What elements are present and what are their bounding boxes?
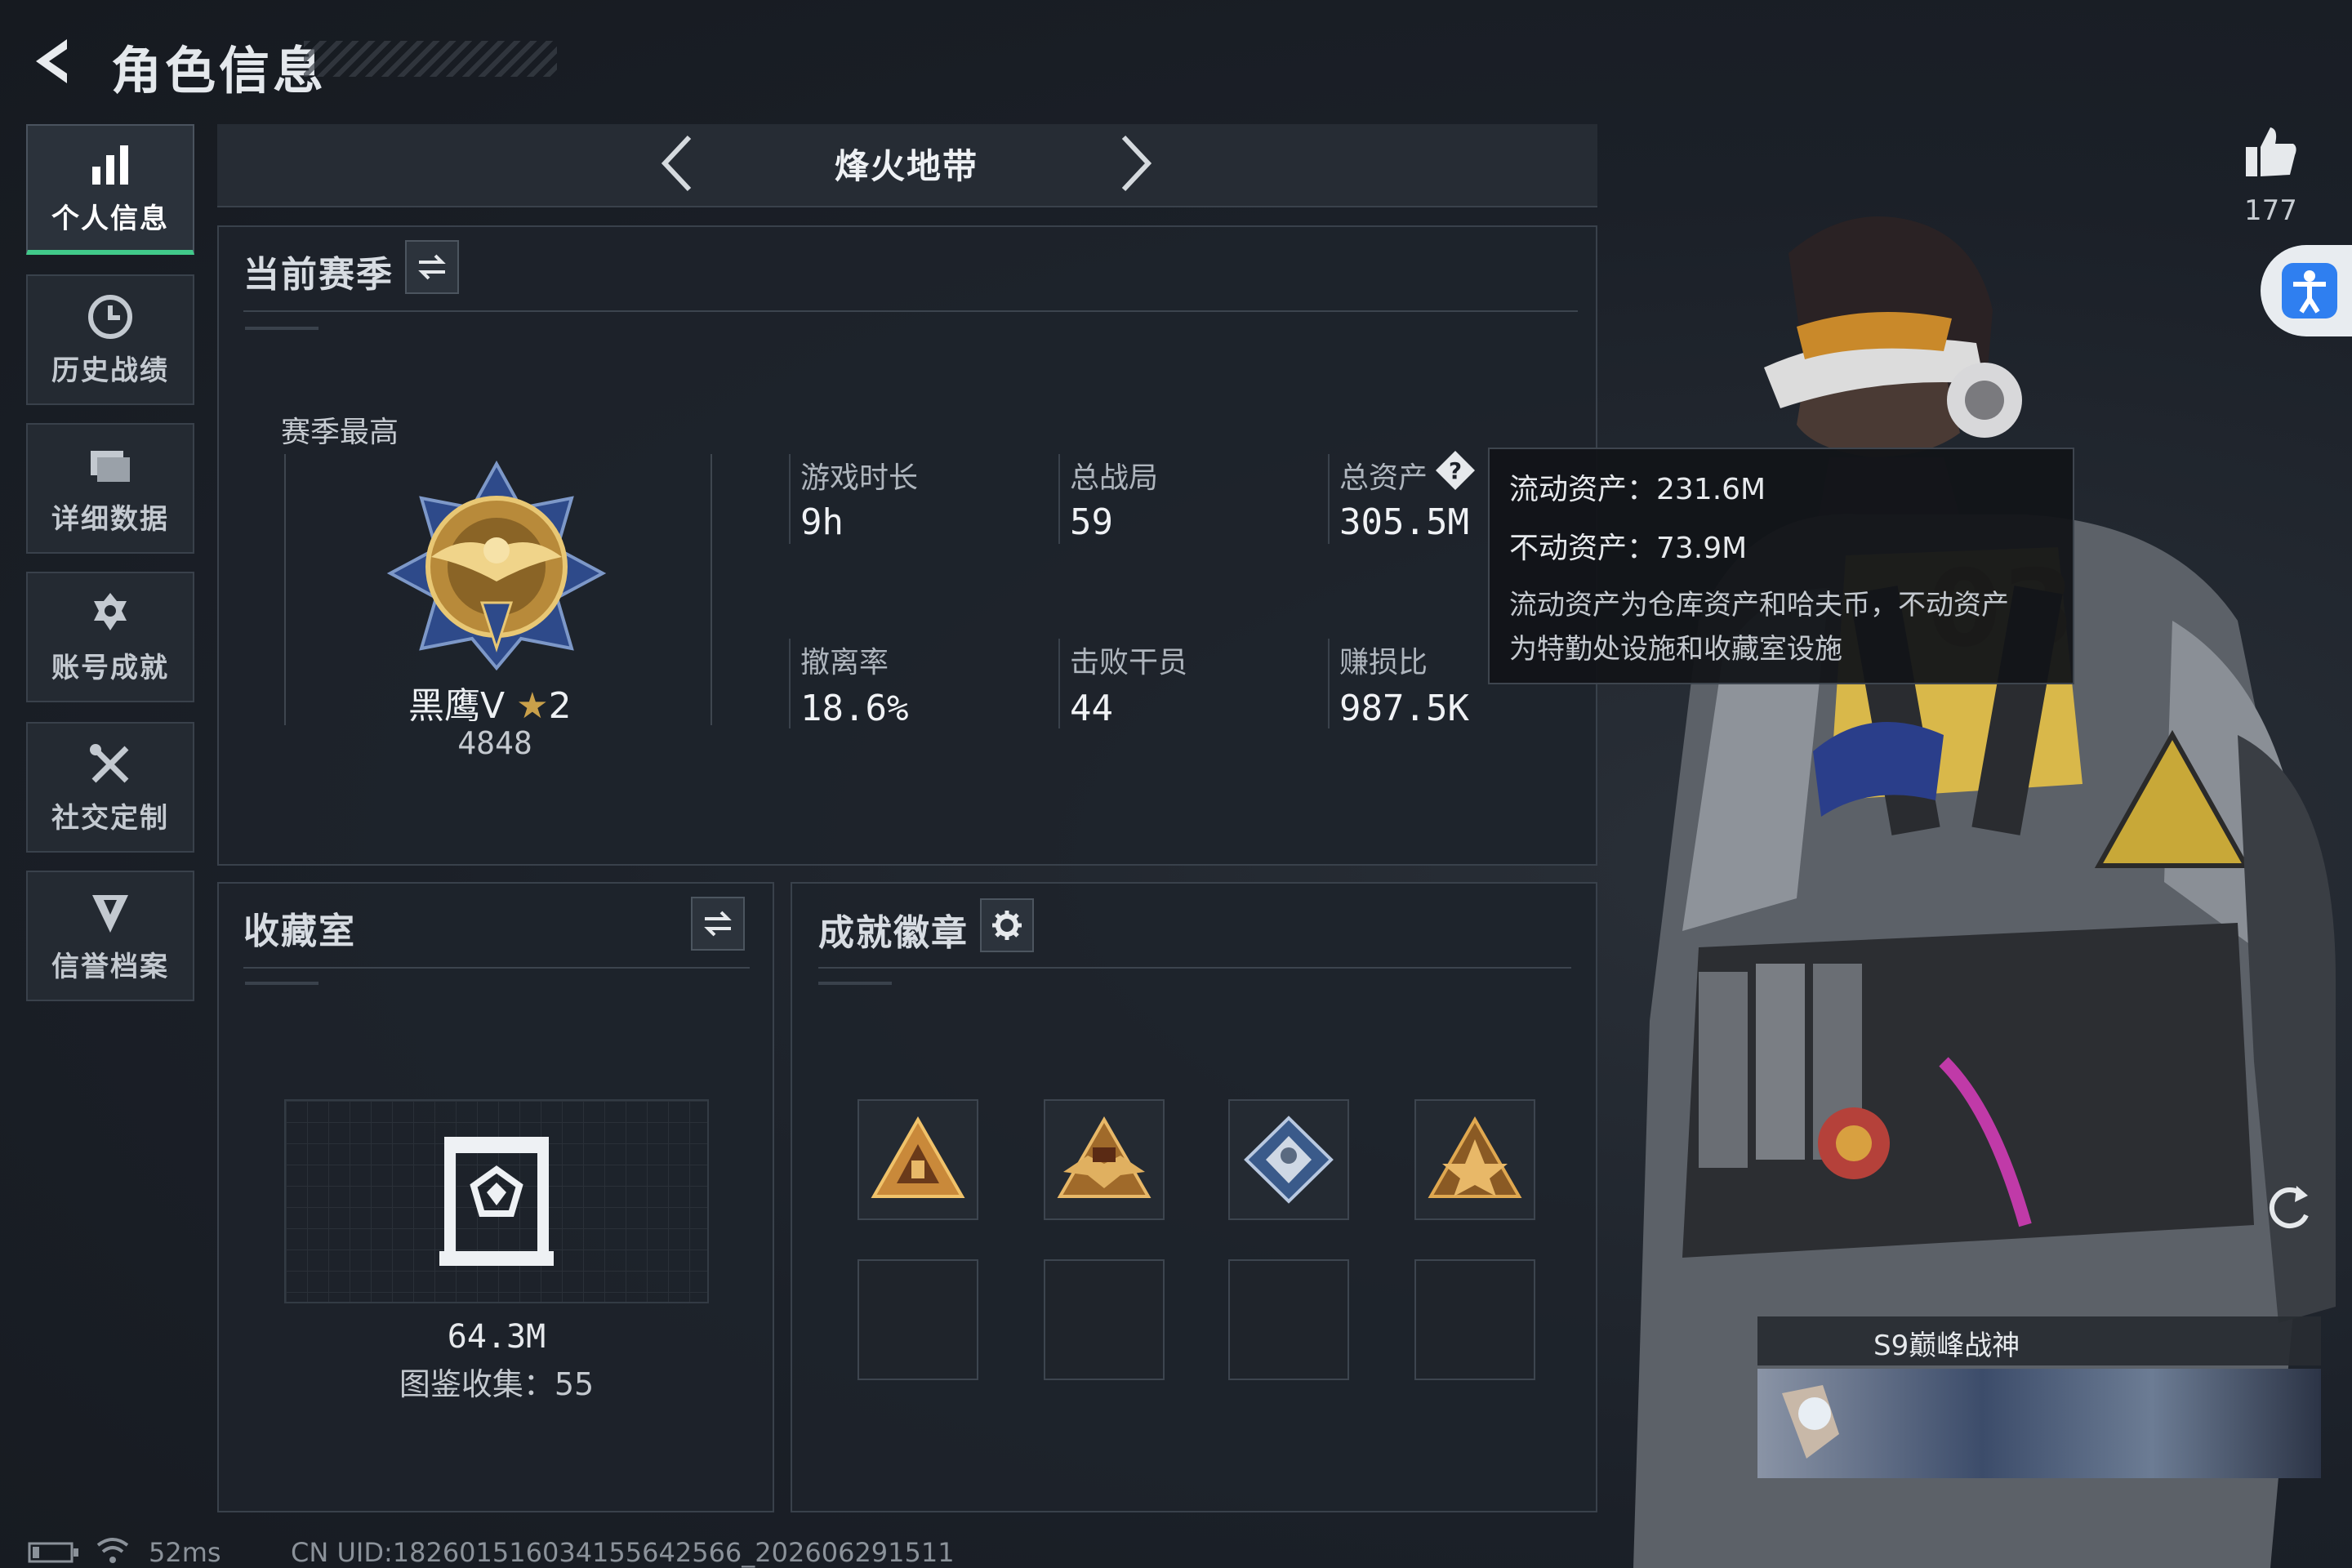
decor-line	[818, 982, 892, 985]
bar-chart-icon	[92, 145, 128, 185]
tools-icon	[90, 743, 129, 782]
stat-divider	[789, 639, 791, 728]
accessibility-button[interactable]	[2261, 245, 2352, 336]
stat-value-assets: 305.5M	[1339, 501, 1469, 543]
badge-slot-4[interactable]	[1414, 1099, 1535, 1220]
stat-label-matches: 总战局	[1070, 461, 1159, 495]
chevron-left-icon[interactable]	[653, 131, 702, 196]
diamond-badge-icon	[1244, 1116, 1334, 1204]
badge-hand-icon	[1782, 1385, 1839, 1459]
season-switch-button[interactable]	[405, 240, 459, 294]
stat-value-matches: 59	[1070, 501, 1113, 543]
stat-value-profit-ratio: 987.5K	[1339, 688, 1469, 729]
badge-slot-1[interactable]	[858, 1099, 978, 1220]
divider	[818, 967, 1571, 969]
uid-text: CN UID:1826015160341556425​66_2026062915…	[291, 1537, 955, 1568]
tooltip-liquid: 流动资产：231.6M	[1509, 473, 1766, 506]
divider	[243, 967, 750, 969]
stat-divider	[1328, 639, 1330, 728]
sidebar-item-label: 账号成就	[51, 651, 169, 684]
badge-slot-7[interactable]	[1228, 1259, 1349, 1380]
stat-label-playtime: 游戏时长	[800, 461, 919, 495]
tooltip-desc-2: 为特勤处设施和收藏室设施	[1509, 633, 1842, 666]
tooltip-fixed: 不动资产：73.9M	[1509, 532, 1748, 565]
divider	[243, 310, 1578, 312]
swap-icon	[418, 254, 446, 280]
rank-score: 4848	[457, 725, 532, 761]
like-count: 177	[2244, 194, 2297, 227]
badge-slot-8[interactable]	[1414, 1259, 1535, 1380]
s9-badge-icon	[1057, 1116, 1152, 1198]
display-case-icon	[439, 1137, 554, 1266]
rank-name: 黑鹰V	[408, 685, 506, 727]
badge-slot-5[interactable]	[858, 1259, 978, 1380]
ping-text: 52ms	[149, 1537, 221, 1568]
decor-line	[245, 982, 318, 985]
swap-icon	[704, 911, 732, 937]
badge-slot-2[interactable]	[1044, 1099, 1165, 1220]
svg-text:?: ?	[1449, 457, 1462, 484]
badges-settings-button[interactable]	[980, 898, 1034, 952]
title-tag-label: S9巅峰战神	[1873, 1330, 2020, 1362]
collection-value: 64.3M	[447, 1318, 546, 1356]
badge-slot-3[interactable]	[1228, 1099, 1349, 1220]
help-icon[interactable]: ?	[1434, 449, 1477, 492]
rank-medal-icon	[386, 460, 607, 671]
collection-title: 收藏室	[243, 911, 356, 952]
stat-label-kills: 击败干员	[1070, 646, 1188, 679]
shield-icon	[92, 894, 128, 933]
rank-star-icon: ★	[516, 685, 549, 727]
stat-label-assets: 总资产	[1339, 461, 1428, 495]
stat-divider	[1328, 454, 1330, 544]
sidebar-item-label: 详细数据	[51, 502, 169, 536]
achievement-icon	[94, 592, 127, 630]
battery-icon	[28, 1542, 78, 1563]
triangle-badge-icon	[871, 1116, 965, 1198]
sidebar-item-history[interactable]: 历史战绩	[26, 274, 194, 405]
wifi-icon	[96, 1538, 129, 1563]
stat-label-extract-rate: 撤离率	[800, 646, 889, 679]
gear-icon	[992, 911, 1022, 940]
badges-title: 成就徽章	[818, 912, 969, 954]
stat-value-playtime: 9h	[800, 501, 844, 543]
badge-slot-6[interactable]	[1044, 1259, 1165, 1380]
asset-tooltip: 流动资产：231.6M 不动资产：73.9M 流动资产为仓库资产和哈夫币，不动资…	[1488, 448, 2074, 684]
rotate-icon[interactable]	[2262, 1179, 2316, 1236]
sidebar-item-label: 历史战绩	[51, 354, 169, 387]
sidebar-item-label: 信誉档案	[51, 950, 169, 983]
stat-value-kills: 44	[1070, 688, 1113, 729]
stat-divider	[1058, 639, 1060, 728]
tooltip-desc-1: 流动资产为仓库资产和哈夫币，不动资产	[1509, 589, 2009, 621]
mode-title: 烽火地带	[834, 146, 978, 186]
collection-switch-button[interactable]	[691, 897, 745, 951]
chevron-right-icon[interactable]	[1111, 131, 1160, 196]
back-arrow-icon[interactable]	[24, 33, 82, 90]
folder-icon	[91, 450, 130, 482]
stat-value-extract-rate: 18.6%	[800, 688, 909, 729]
sidebar-item-reputation[interactable]: 信誉档案	[26, 871, 194, 1001]
sidebar-item-achievements[interactable]: 账号成就	[26, 572, 194, 702]
sidebar-item-details[interactable]: 详细数据	[26, 423, 194, 554]
title-tag-header	[1757, 1316, 2321, 1365]
collection-count: 图鉴收集：55	[399, 1366, 595, 1402]
decor-line	[245, 327, 318, 330]
stat-divider	[1058, 454, 1060, 544]
season-title: 当前赛季	[243, 254, 394, 296]
thumbs-up-icon[interactable]	[2241, 122, 2300, 181]
page-title: 角色信息	[111, 41, 327, 100]
rank-stars: 2	[548, 685, 572, 727]
clock-icon	[88, 294, 132, 339]
triangle-star-badge-icon	[1428, 1116, 1522, 1198]
rank-name-line: 黑鹰V ★2	[408, 676, 572, 728]
stat-label-profit-ratio: 赚损比	[1339, 646, 1428, 679]
title-tag-banner[interactable]	[1757, 1369, 2321, 1478]
accessibility-icon	[2282, 263, 2337, 318]
sidebar-item-social[interactable]: 社交定制	[26, 722, 194, 853]
stat-divider	[789, 454, 791, 544]
sidebar-item-label: 社交定制	[51, 801, 169, 835]
season-best-label: 赛季最高	[281, 416, 399, 449]
sidebar-item-label: 个人信息	[51, 202, 169, 235]
title-decoration	[304, 41, 557, 77]
sidebar-item-personal-info[interactable]: 个人信息	[26, 124, 194, 255]
